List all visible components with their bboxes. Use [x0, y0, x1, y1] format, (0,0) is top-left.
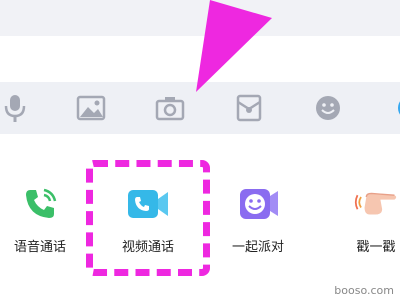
annotation-highlight-box: [86, 160, 210, 276]
watermark: booso.com: [334, 284, 394, 297]
